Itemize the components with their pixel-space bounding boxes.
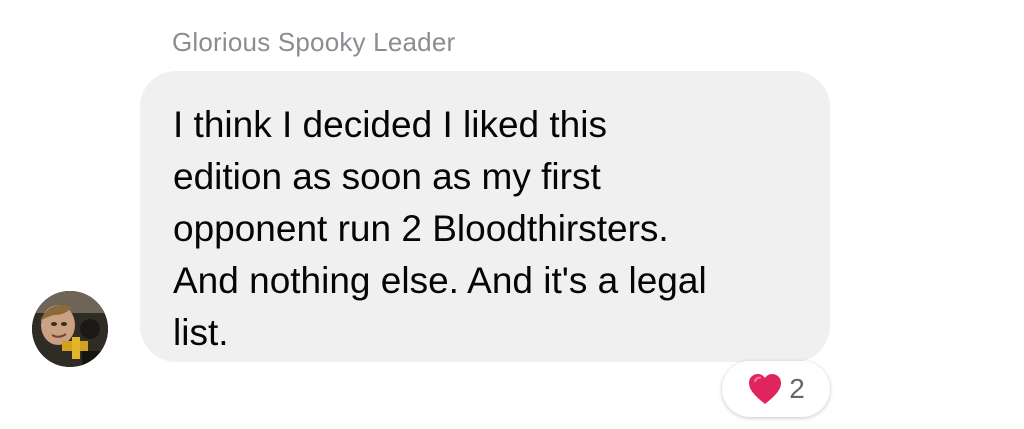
- sender-name[interactable]: Glorious Spooky Leader: [172, 26, 455, 58]
- message-line: I think I decided I liked this: [173, 104, 607, 145]
- avatar[interactable]: [32, 291, 108, 367]
- message-thread: Glorious Spooky Leader I think I decided…: [0, 0, 1024, 429]
- heart-icon: [747, 372, 783, 406]
- message-line: And nothing else. And it's a legal: [173, 260, 707, 301]
- message-line: opponent run 2 Bloodthirsters.: [173, 208, 669, 249]
- message-bubble[interactable]: I think I decided I liked this edition a…: [140, 71, 830, 362]
- message-line: edition as soon as my first: [173, 156, 601, 197]
- message-line: list.: [173, 312, 229, 353]
- reaction-badge[interactable]: 2: [722, 361, 830, 417]
- reaction-count: 2: [789, 373, 805, 404]
